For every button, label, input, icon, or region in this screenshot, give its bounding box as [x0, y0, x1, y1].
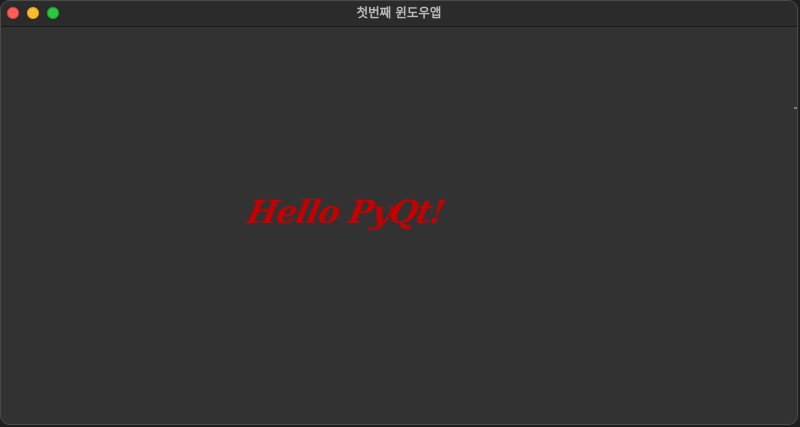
resize-edge-marker: [794, 107, 797, 109]
window-content: Hello PyQt!: [1, 27, 797, 424]
title-bar[interactable]: 첫번째 윈도우앱: [1, 1, 797, 27]
app-window: 첫번째 윈도우앱 Hello PyQt!: [0, 0, 798, 425]
hello-label: Hello PyQt!: [243, 193, 448, 231]
window-title: 첫번째 윈도우앱: [356, 5, 442, 20]
